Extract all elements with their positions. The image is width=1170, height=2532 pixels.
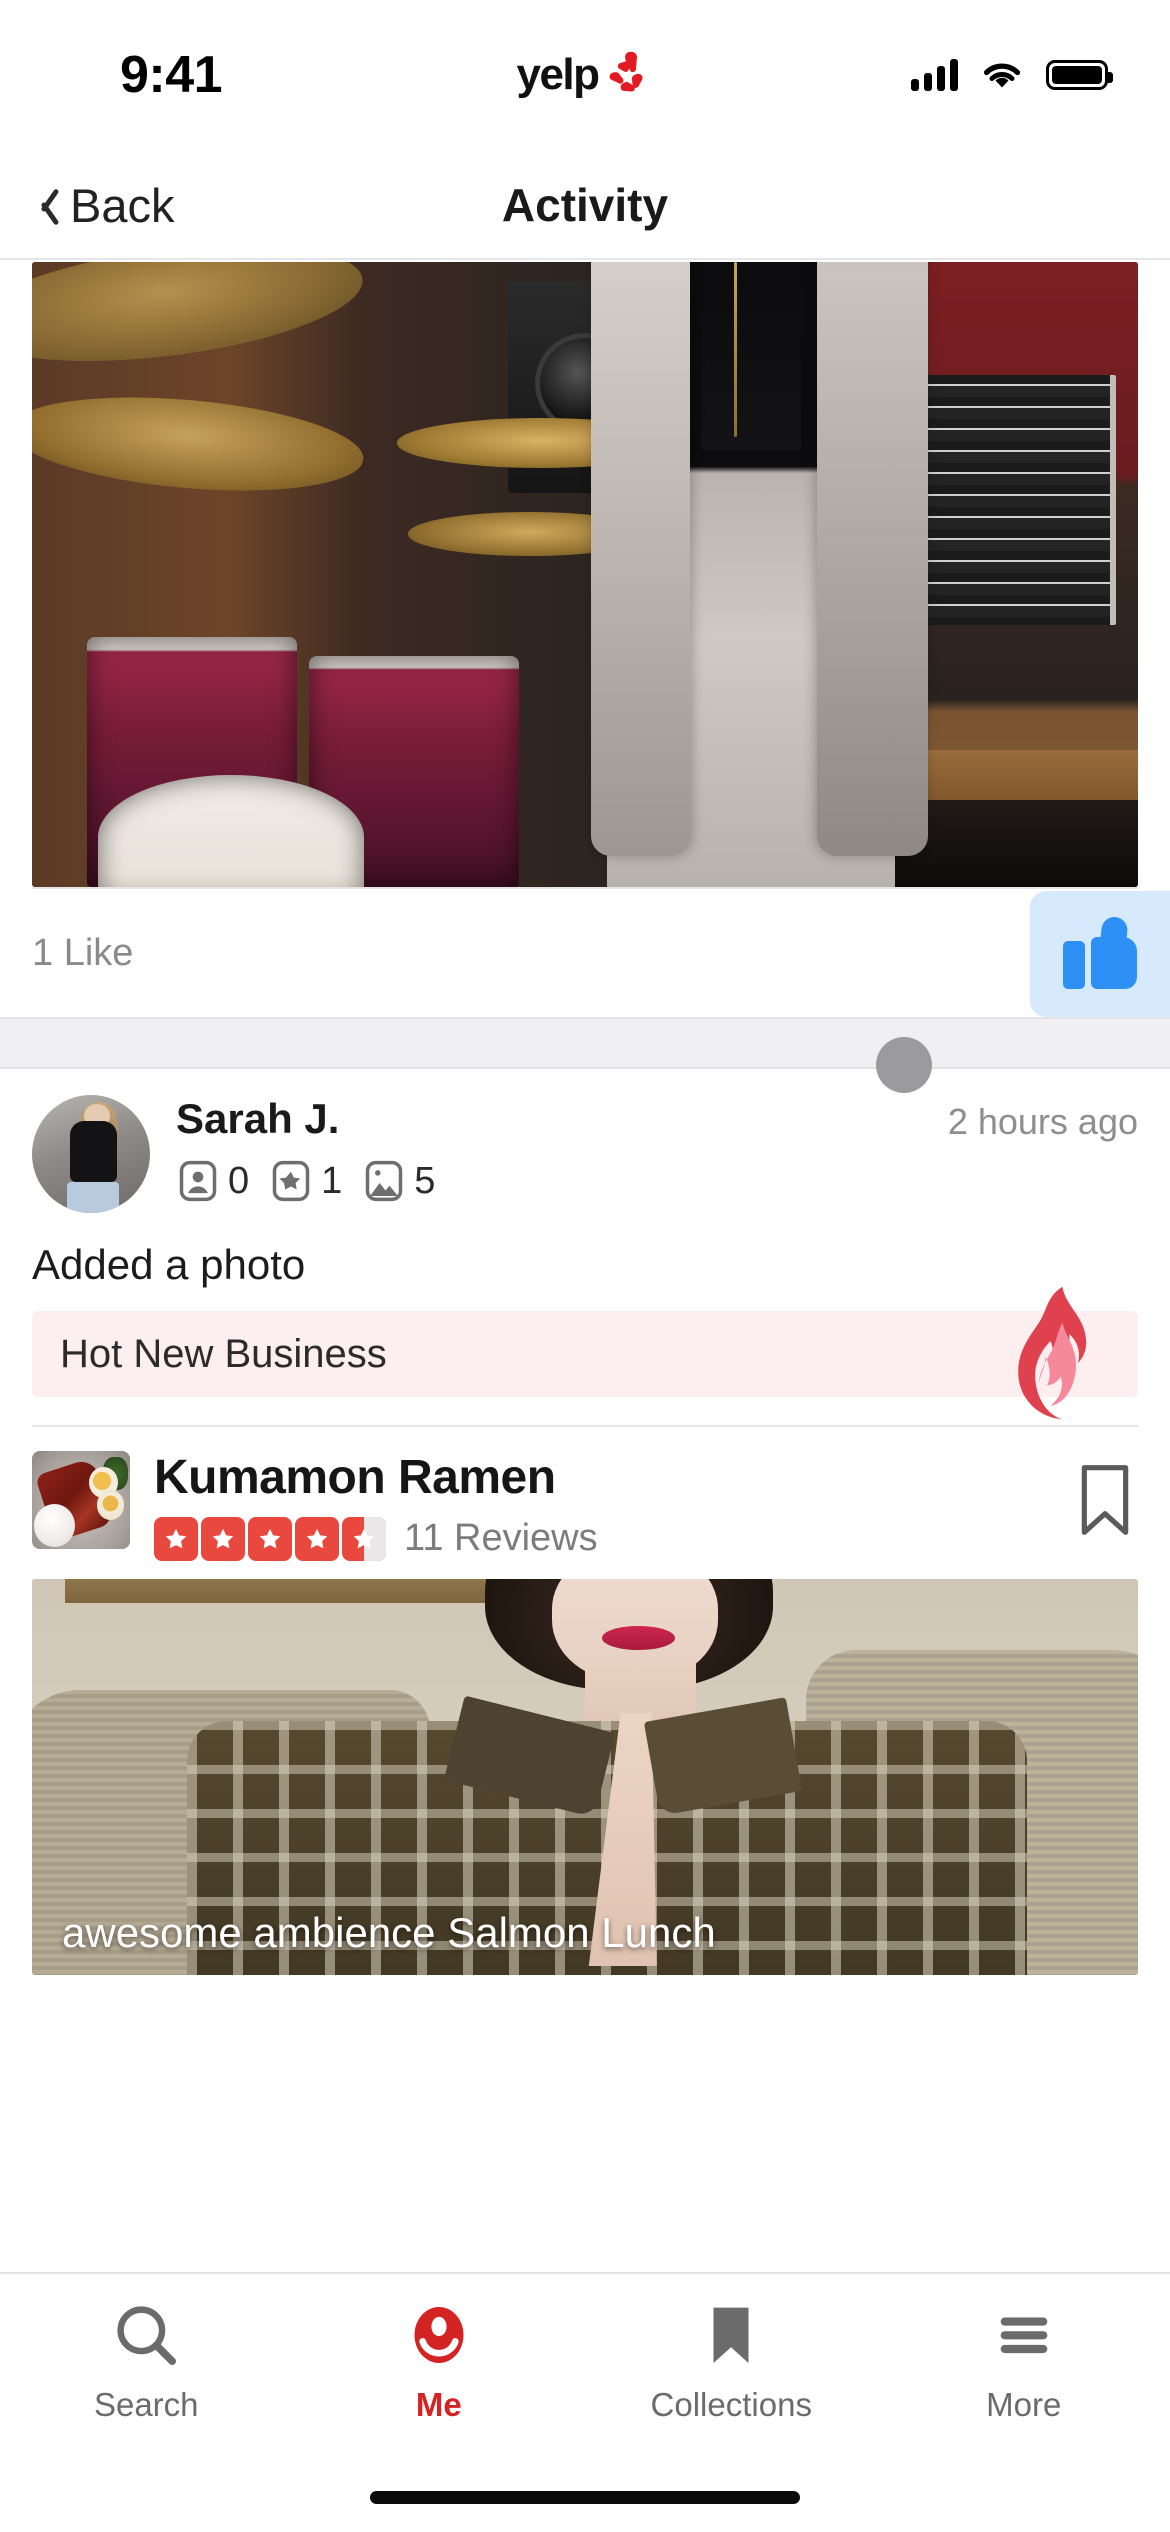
star-4 xyxy=(295,1516,339,1561)
stat-reviews[interactable]: 1 xyxy=(269,1159,342,1203)
scroll-position-dot xyxy=(876,1037,932,1093)
stat-friends-value: 0 xyxy=(228,1159,250,1202)
studio-rack xyxy=(905,374,1116,625)
business-row[interactable]: Kumamon Ramen 11 Reviews xyxy=(0,1427,1170,1561)
review-count: 11 Reviews xyxy=(404,1517,598,1560)
music-studio-photo[interactable] xyxy=(32,262,1138,887)
photo-caption: awesome ambience Salmon Lunch xyxy=(62,1908,716,1956)
cellular-signal-icon xyxy=(910,59,958,91)
bookmark-icon xyxy=(1081,1465,1129,1535)
tab-collections[interactable]: Collections xyxy=(585,2300,878,2424)
page-title: Activity xyxy=(501,179,669,231)
feed-section-divider xyxy=(0,1017,1170,1069)
business-thumbnail[interactable] xyxy=(32,1451,130,1549)
previous-post-photo-container xyxy=(0,262,1170,887)
tab-search-label: Search xyxy=(93,2386,199,2423)
me-profile-icon xyxy=(414,2307,464,2363)
tab-more-label: More xyxy=(986,2386,1062,2423)
post-photo-container: awesome ambience Salmon Lunch xyxy=(0,1561,1170,1975)
hamburger-menu-icon xyxy=(1000,2317,1048,2354)
status-bar-time: 9:41 xyxy=(120,46,223,104)
star-3 xyxy=(248,1516,292,1561)
yelp-logo: yelp xyxy=(516,50,649,100)
yelp-burst-icon xyxy=(609,51,643,92)
stat-photos[interactable]: 5 xyxy=(362,1159,435,1203)
star-rating xyxy=(154,1516,386,1561)
tab-search[interactable]: Search xyxy=(0,2300,293,2424)
tab-collections-label: Collections xyxy=(650,2386,812,2423)
search-icon xyxy=(117,2306,177,2366)
post-header: Sarah J. 0 1 5 2 hours ago xyxy=(0,1037,1170,1213)
star-2 xyxy=(201,1516,245,1561)
flame-icon xyxy=(1018,1286,1087,1420)
like-count-label: 1 Like xyxy=(32,931,134,974)
star-1 xyxy=(154,1516,198,1561)
wifi-icon xyxy=(983,63,1021,88)
nav-bar: Back Activity xyxy=(0,150,1170,260)
friends-icon xyxy=(179,1161,217,1202)
activity-feed[interactable]: 1 Like Sarah J. 0 1 5 2 hours ago Added … xyxy=(0,262,1170,2272)
battery-icon xyxy=(1045,60,1113,90)
woman-in-plaid-shirt-photo[interactable]: awesome ambience Salmon Lunch xyxy=(32,1578,1138,1975)
like-row: 1 Like xyxy=(32,887,1170,1017)
yelp-wordmark: yelp xyxy=(516,50,600,99)
tab-bar: Search Me Collections More xyxy=(0,2272,1170,2532)
business-info: Kumamon Ramen 11 Reviews xyxy=(154,1451,1138,1561)
photos-icon xyxy=(366,1161,403,1202)
yelp-activity-screen: 9:41 yelp Back Activity 1 Like Sarah J. … xyxy=(0,0,1170,2532)
hot-new-business-label: Hot New Business xyxy=(32,1311,1138,1397)
tab-me-label: Me xyxy=(415,2386,462,2423)
user-stats: 0 1 5 xyxy=(176,1159,1138,1203)
bookmark-button[interactable] xyxy=(1074,1461,1136,1544)
stat-reviews-value: 1 xyxy=(321,1159,343,1202)
bookmark-icon xyxy=(713,2307,749,2363)
reviews-star-icon xyxy=(272,1161,310,1202)
business-rating-line: 11 Reviews xyxy=(154,1516,1138,1561)
stat-friends[interactable]: 0 xyxy=(176,1159,249,1203)
home-indicator xyxy=(370,2491,800,2504)
thumbs-up-icon xyxy=(1063,915,1137,991)
hot-new-business-badge[interactable]: Hot New Business xyxy=(32,1286,1138,1420)
status-bar: 9:41 yelp xyxy=(0,0,1170,150)
stat-photos-value: 5 xyxy=(414,1159,436,1202)
business-name[interactable]: Kumamon Ramen xyxy=(154,1451,1138,1505)
post-action-text: Added a photo xyxy=(32,1241,306,1288)
tab-more[interactable]: More xyxy=(878,2300,1170,2424)
like-button[interactable] xyxy=(1030,891,1170,1017)
status-bar-indicators xyxy=(808,59,1113,91)
avatar[interactable] xyxy=(32,1095,150,1213)
post-timestamp: 2 hours ago xyxy=(947,1101,1138,1142)
star-5-half xyxy=(342,1516,386,1561)
tab-me[interactable]: Me xyxy=(293,2300,586,2424)
